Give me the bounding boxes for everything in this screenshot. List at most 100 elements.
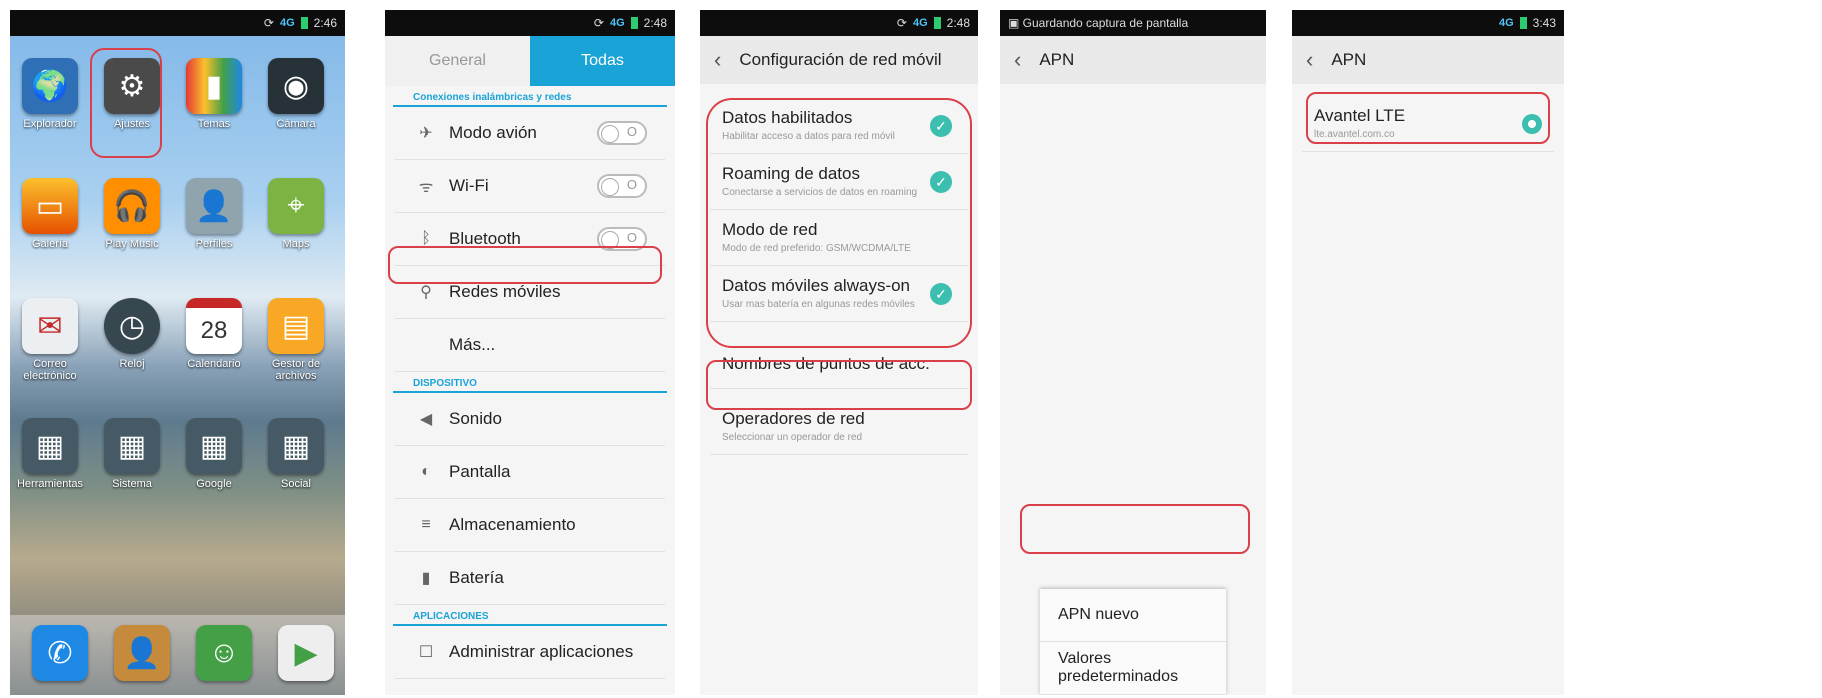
brightness-icon: ◐ <box>421 463 431 480</box>
tab-general[interactable]: General <box>385 36 530 86</box>
signal-icon: 4G <box>279 17 295 29</box>
clock: 2:48 <box>643 16 667 30</box>
battery-setting-icon: ▮ <box>421 570 431 587</box>
folder-icon: ▤ <box>268 298 324 354</box>
app-explorador[interactable]: 🌍 Explorador <box>14 58 86 130</box>
apn-list-screen: 4G 3:43 ‹ APN Avantel LTE lte.avantel.co… <box>1292 10 1564 695</box>
app-label: Cámara <box>276 118 316 130</box>
home-screen: ⟳ 4G 2:46 🌍 Explorador ⚙ Ajustes ▮ Temas… <box>10 10 345 695</box>
highlight-ajustes <box>90 48 162 158</box>
clock: 2:48 <box>946 16 970 30</box>
setting-label: Modo avión <box>449 123 537 142</box>
setting-wifi[interactable]: ᯤ Wi-Fi <box>395 160 665 213</box>
page-title: Configuración de red móvil <box>739 50 942 69</box>
signal-icon: 4G <box>912 17 928 29</box>
setting-label: Redes móviles <box>449 282 561 301</box>
back-icon[interactable]: ‹ <box>1014 47 1021 73</box>
app-label: Gestor de archivos <box>271 358 321 382</box>
setting-label: Almacenamiento <box>449 515 576 534</box>
title-bar: ‹ APN <box>1292 36 1564 84</box>
highlight-settings-group <box>706 98 972 348</box>
app-herramientas[interactable]: ▦ Herramientas <box>14 418 86 490</box>
setting-label: Pantalla <box>449 462 511 481</box>
sync-icon: ⟳ <box>263 16 274 30</box>
app-play-music[interactable]: 🎧 Play Music <box>96 178 168 250</box>
dock-messages[interactable]: ☺ <box>188 625 260 681</box>
app-label: Galería <box>31 238 69 250</box>
menu-reset-defaults[interactable]: Valores predeterminados <box>1040 642 1226 695</box>
status-bar: ▣ Guardando captura de pantalla <box>1000 10 1266 36</box>
app-google[interactable]: ▦ Google <box>178 418 250 490</box>
app-perfiles[interactable]: 👤 Perfiles <box>178 178 250 250</box>
setting-display[interactable]: ◐ Pantalla <box>395 446 665 499</box>
app-maps[interactable]: ⌖ Maps <box>260 178 332 250</box>
app-social[interactable]: ▦ Social <box>260 418 332 490</box>
app-calendario[interactable]: 28 Calendario <box>178 298 250 370</box>
sync-icon: ⟳ <box>593 16 604 30</box>
setting-battery[interactable]: ▮ Batería <box>395 552 665 605</box>
setting-label: Sonido <box>449 409 502 428</box>
highlight-mobile-networks <box>388 246 662 284</box>
themes-icon: ▮ <box>186 58 242 114</box>
apps-icon: ☐ <box>418 644 434 661</box>
back-icon[interactable]: ‹ <box>714 47 721 73</box>
antenna-icon: ⚲ <box>420 284 432 301</box>
setting-sound[interactable]: ◀ Sonido <box>395 393 665 446</box>
signal-icon: 4G <box>609 17 625 29</box>
dock-play-store[interactable]: ▶ <box>270 625 342 681</box>
wifi-toggle[interactable] <box>597 174 647 198</box>
app-label: Social <box>281 478 311 490</box>
dock-contacts[interactable]: 👤 <box>106 625 178 681</box>
apn-menu-screen: ▣ Guardando captura de pantalla ‹ APN AP… <box>1000 10 1266 695</box>
section-header: APLICACIONES <box>393 605 667 626</box>
app-temas[interactable]: ▮ Temas <box>178 58 250 130</box>
mail-icon: ✉ <box>22 298 78 354</box>
highlight-apn-names <box>706 360 972 410</box>
contacts-icon: 👤 <box>114 625 170 681</box>
app-reloj[interactable]: ◷ Reloj <box>96 298 168 370</box>
back-icon[interactable]: ‹ <box>1306 47 1313 73</box>
calendar-icon: 28 <box>186 298 242 354</box>
setting-label: Más... <box>449 335 496 354</box>
settings-screen: ⟳ 4G 2:48 General Todas Conexiones inalá… <box>385 10 675 695</box>
app-label: Herramientas <box>16 478 84 490</box>
app-correo[interactable]: ✉ Correo electrónico <box>14 298 86 382</box>
setting-label: Wi-Fi <box>449 176 489 195</box>
airplane-toggle[interactable] <box>597 121 647 145</box>
app-label: Sistema <box>112 478 152 490</box>
setting-manage-apps[interactable]: ☐ Administrar aplicaciones <box>395 626 665 679</box>
page-title: APN <box>1331 50 1367 69</box>
setting-label: Batería <box>449 568 504 587</box>
highlight-apn-entry <box>1306 92 1550 144</box>
app-gestor-archivos[interactable]: ▤ Gestor de archivos <box>260 298 332 382</box>
app-galeria[interactable]: ▭ Galería <box>14 178 86 250</box>
tab-todas[interactable]: Todas <box>530 36 675 86</box>
screenshot-notification: ▣ Guardando captura de pantalla <box>1008 16 1189 30</box>
app-label: Explorador <box>23 118 77 130</box>
app-label: Play Music <box>105 238 159 250</box>
battery-icon <box>630 17 638 29</box>
mobile-network-screen: ⟳ 4G 2:48 ‹ Configuración de red móvil D… <box>700 10 978 695</box>
app-label: Correo electrónico <box>23 358 77 382</box>
app-sistema[interactable]: ▦ Sistema <box>96 418 168 490</box>
app-label: Maps <box>282 238 310 250</box>
battery-icon <box>933 17 941 29</box>
phone-icon: ✆ <box>32 625 88 681</box>
setting-storage[interactable]: ≡ Almacenamiento <box>395 499 665 552</box>
setting-label: Administrar aplicaciones <box>449 642 634 661</box>
menu-new-apn[interactable]: APN nuevo <box>1040 589 1226 642</box>
dock: ✆ 👤 ☺ ▶ <box>10 615 345 695</box>
battery-icon <box>1519 17 1527 29</box>
page-title: APN <box>1039 50 1075 69</box>
battery-icon <box>300 17 308 29</box>
setting-more[interactable]: Más... <box>395 319 665 372</box>
app-label: Reloj <box>119 358 145 370</box>
folder-grid-icon: ▦ <box>186 418 242 474</box>
section-header: DISPOSITIVO <box>393 372 667 393</box>
dock-phone[interactable]: ✆ <box>24 625 96 681</box>
setting-airplane[interactable]: ✈ Modo avión <box>395 107 665 160</box>
sync-icon: ⟳ <box>896 16 907 30</box>
title-bar: ‹ Configuración de red móvil <box>700 36 978 84</box>
app-camara[interactable]: ◉ Cámara <box>260 58 332 130</box>
app-label: Google <box>196 478 232 490</box>
